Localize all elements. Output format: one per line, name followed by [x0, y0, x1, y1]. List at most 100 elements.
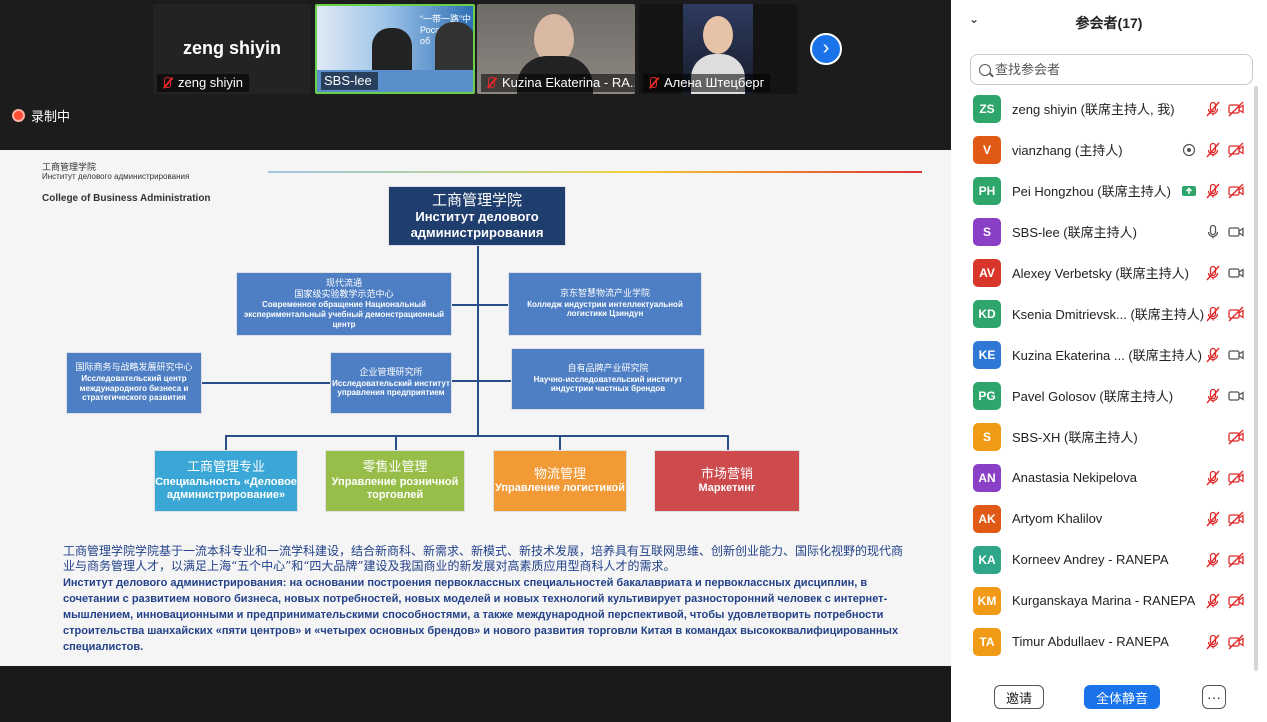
shared-slide: 工商管理学院 Институт делового администрирован… — [0, 150, 951, 666]
connector-line — [727, 435, 729, 450]
participant-row[interactable]: AV Alexey Verbetsky (联席主持人) — [951, 252, 1267, 293]
next-page-button[interactable]: › — [810, 33, 842, 65]
participant-row[interactable]: PH Pei Hongzhou (联席主持人) — [951, 170, 1267, 211]
description-ru: Институт делового администрирования: на … — [63, 577, 899, 653]
participant-row[interactable]: AK Artyom Khalilov — [951, 498, 1267, 539]
mute-all-button[interactable]: 全体静音 — [1084, 685, 1160, 709]
participant-row[interactable]: AN Anastasia Nekipelova — [951, 457, 1267, 498]
camera-off-icon[interactable] — [1228, 634, 1244, 650]
video-name-label: SBS-lee — [321, 72, 378, 90]
participant-name: Anastasia Nekipelova — [1012, 470, 1138, 485]
org-box-cn: 自有品牌产业研究院 — [567, 364, 649, 374]
mic-muted-icon[interactable] — [1205, 306, 1221, 322]
participant-search[interactable] — [970, 54, 1253, 85]
video-tile-zeng-shiyin[interactable]: zeng shiyin zeng shiyin — [153, 4, 311, 94]
participant-name: Korneev Andrey - RANEPA — [1012, 552, 1169, 567]
description-cn: 工商管理学院学院基于一流本科专业和一流学科建设，结合新商科、新需求、新模式、新技… — [63, 544, 904, 573]
more-options-button[interactable]: ··· — [1202, 685, 1226, 709]
camera-off-icon[interactable] — [1228, 306, 1244, 322]
org-box-jd-logistics: 京东智慧物流产业学院 Колледж индустрии интеллектуа… — [508, 272, 702, 336]
camera-off-icon[interactable] — [1228, 183, 1244, 199]
share-screen-icon — [1181, 183, 1197, 199]
mic-muted-icon[interactable] — [1205, 593, 1221, 609]
participant-row[interactable]: ZS zeng shiyin (联席主持人, 我) — [951, 88, 1267, 129]
org-box-intl-business-center: 国际商务与战略发展研究中心 Исследовательский центр ме… — [66, 352, 202, 414]
mic-muted-icon[interactable] — [1205, 511, 1221, 527]
recording-indicator[interactable]: 录制中 — [12, 106, 70, 125]
record-dot-icon — [12, 109, 25, 122]
org-box-ru: Исследовательский институт управления пр… — [332, 378, 450, 398]
video-placeholder-name: zeng shiyin — [182, 38, 281, 58]
org-box-ru: Колледж индустрии интеллектуальной логис… — [527, 299, 683, 319]
org-major-business-admin: 工商管理专业 Специальность «Деловое администри… — [154, 450, 298, 512]
org-major-logistics: 物流管理 Управление логистикой — [493, 450, 627, 512]
participant-row[interactable]: KM Kurganskaya Marina - RANEPA — [951, 580, 1267, 621]
recording-label: 录制中 — [31, 109, 71, 124]
mic-muted-icon[interactable] — [1205, 388, 1221, 404]
camera-off-icon[interactable] — [1228, 552, 1244, 568]
video-tile-alena[interactable]: Алена Штецберг — [639, 4, 797, 94]
participant-row[interactable]: TA Timur Abdullaev - RANEPA — [951, 621, 1267, 662]
participant-row[interactable]: KA Korneev Andrey - RANEPA — [951, 539, 1267, 580]
mic-muted-icon — [646, 76, 660, 90]
camera-icon[interactable] — [1228, 265, 1244, 281]
stage-bottom-bar — [0, 666, 951, 722]
mic-muted-icon[interactable] — [1205, 347, 1221, 363]
panel-title: 参会者(17) — [1075, 15, 1143, 31]
invite-button[interactable]: 邀请 — [994, 685, 1044, 709]
mic-muted-icon[interactable] — [1205, 142, 1221, 158]
participant-name: Pei Hongzhou (联席主持人) — [1012, 184, 1171, 199]
chevron-down-icon[interactable]: ⌄ — [969, 12, 979, 26]
video-tile-sbs-lee[interactable]: “一带一路”中 Российско-к об SBS-lee — [315, 4, 475, 94]
org-box-ru: Исследовательский центр международного б… — [79, 374, 189, 403]
camera-off-icon[interactable] — [1228, 101, 1244, 117]
org-box-ru: Специальность «Деловое администрирование… — [155, 475, 297, 501]
participant-row[interactable]: Vvianzhang (主持人) — [951, 129, 1267, 170]
org-box-cn: 国际商务与战略发展研究中心 — [75, 363, 193, 374]
camera-off-icon[interactable] — [1228, 142, 1244, 158]
participant-name: Alexey Verbetsky (联席主持人) — [1012, 266, 1189, 281]
camera-off-icon[interactable] — [1228, 429, 1244, 445]
camera-icon[interactable] — [1228, 388, 1244, 404]
avatar: S — [973, 422, 1001, 451]
slide-header-en: College of Business Administration — [42, 193, 211, 204]
participant-row[interactable]: S SBS-lee (联席主持人) — [951, 211, 1267, 252]
video-name-text: Kuzina Ekaterina - RA... — [502, 75, 635, 90]
org-box-modern-circulation: 现代流通 国家级实验教学示范中心 Современное обращение Н… — [236, 272, 452, 336]
camera-off-icon[interactable] — [1228, 511, 1244, 527]
participant-list[interactable]: ZS zeng shiyin (联席主持人, 我) Vvianzhang (主持人)… — [951, 88, 1267, 666]
video-tile-kuzina-ekaterina[interactable]: Kuzina Ekaterina - RA... — [477, 4, 635, 94]
search-input[interactable] — [995, 62, 1235, 77]
mic-muted-icon[interactable] — [1205, 101, 1221, 117]
participant-row[interactable]: S SBS-XH (联席主持人) — [951, 416, 1267, 457]
avatar: S — [973, 217, 1001, 246]
panel-header: ⌄ 参会者(17) — [951, 0, 1267, 46]
participant-row[interactable]: KE Kuzina Ekaterina ... (联席主持人) — [951, 334, 1267, 375]
mic-icon[interactable] — [1205, 224, 1221, 240]
participant-name: SBS-XH (联席主持人) — [1012, 430, 1138, 445]
participant-name: SBS-lee (联席主持人) — [1012, 225, 1137, 240]
mic-muted-icon[interactable] — [1205, 552, 1221, 568]
org-box-cn: 京东智慧物流产业学院 — [559, 289, 650, 299]
scrollbar[interactable] — [1254, 86, 1258, 671]
participant-row[interactable]: KD Ksenia Dmitrievsk... (联席主持人) — [951, 293, 1267, 334]
org-root-box: 工商管理学院 Институт делового администрирован… — [388, 186, 566, 246]
participant-row[interactable]: PG Pavel Golosov (联席主持人) — [951, 375, 1267, 416]
header-color-line — [268, 171, 922, 173]
camera-icon[interactable] — [1228, 224, 1244, 240]
camera-icon[interactable] — [1228, 347, 1244, 363]
mic-muted-icon[interactable] — [1205, 634, 1221, 650]
camera-off-icon[interactable] — [1228, 593, 1244, 609]
participant-name: Artyom Khalilov — [1012, 511, 1103, 526]
mic-muted-icon[interactable] — [1205, 183, 1221, 199]
org-box-private-brands: 自有品牌产业研究院 Научно-исследовательский инсти… — [511, 348, 705, 410]
camera-off-icon[interactable] — [1228, 470, 1244, 486]
participant-name: Kuzina Ekaterina ... (联席主持人) — [1012, 348, 1202, 363]
slide-header-ru: Институт делового администрирования — [42, 172, 190, 181]
org-box-cn: 物流管理 — [533, 466, 586, 482]
org-box-cn: 零售业管理 — [362, 460, 428, 476]
mic-muted-icon[interactable] — [1205, 265, 1221, 281]
mic-muted-icon[interactable] — [1205, 470, 1221, 486]
org-box-cn: 工商管理专业 — [186, 460, 265, 476]
org-box-cn: 工商管理学院 — [431, 191, 522, 210]
